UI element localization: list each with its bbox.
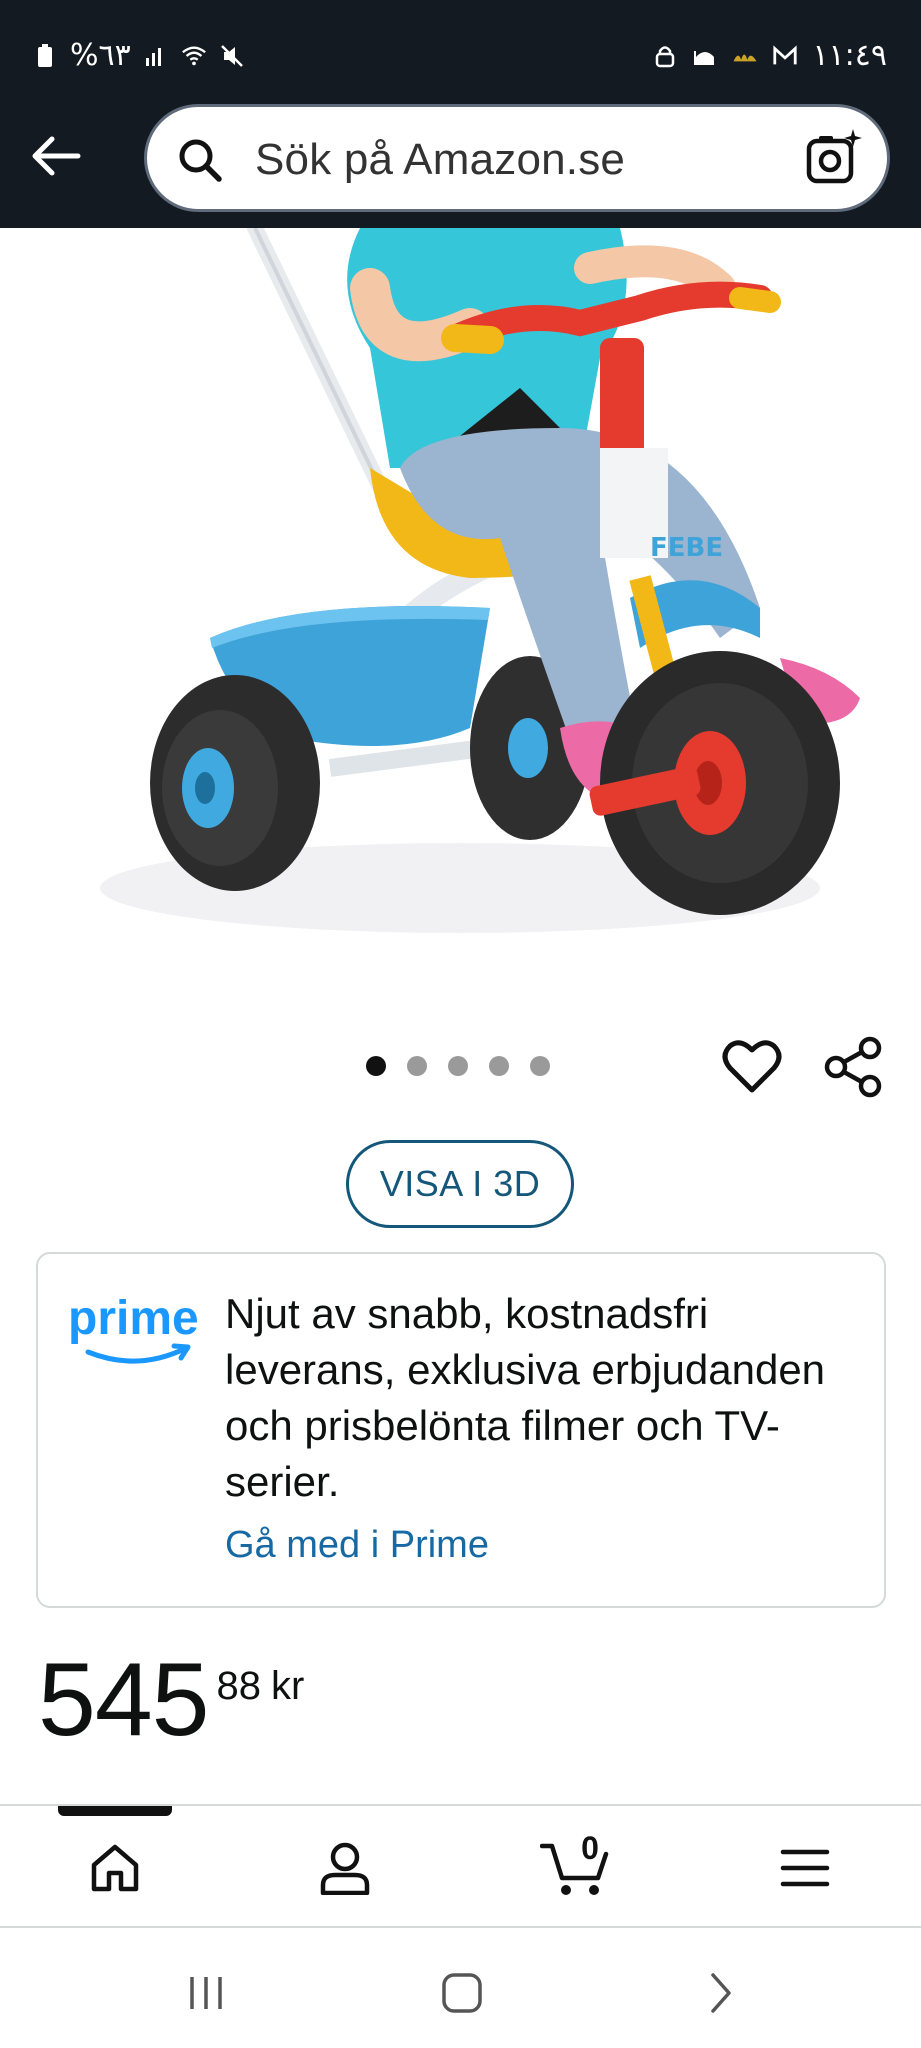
prime-description: Njut av snabb, kostnadsfri leverans, exk…: [225, 1290, 826, 1505]
search-icon: [179, 139, 222, 182]
product-image[interactable]: FEBE: [0, 228, 921, 968]
brand-text: FEBE: [650, 533, 723, 563]
status-bar: %٦٣ ١١:٤٩: [0, 0, 921, 104]
bottom-nav: 0: [0, 1804, 921, 1928]
recent-apps-button[interactable]: [176, 1968, 236, 2018]
status-time: ١١:٤٩: [812, 38, 887, 73]
recent-apps-icon: [190, 1977, 222, 2009]
account-icon: [320, 1842, 370, 1895]
battery-percent: %٦٣: [70, 38, 131, 73]
pager-dot-4[interactable]: [489, 1056, 509, 1076]
mute-icon: [220, 44, 243, 67]
tricycle-image: FEBE: [100, 228, 860, 933]
view-3d-button[interactable]: VISA I 3D: [346, 1140, 574, 1228]
pager-dot-1[interactable]: [366, 1056, 386, 1076]
status-left: %٦٣: [32, 38, 245, 73]
nav-menu[interactable]: [770, 1836, 840, 1900]
gmail-icon: [773, 44, 798, 64]
back-system-button[interactable]: [690, 1968, 750, 2018]
join-prime-link[interactable]: Gå med i Prime: [225, 1524, 489, 1567]
app-notification-icon: [733, 53, 757, 61]
product-price: 545 88 kr: [38, 1648, 304, 1752]
heart-icon: [722, 1040, 782, 1093]
chevron-right-icon: [711, 1973, 731, 2013]
product-page: %٦٣ ١١:٤٩ Sök på Amazon.se FEBE VISA I 3…: [0, 0, 921, 2048]
nav-home[interactable]: [80, 1836, 150, 1900]
battery-icon: [38, 43, 52, 67]
image-pager: [366, 1056, 550, 1076]
prime-logo-word: prime: [68, 1292, 199, 1345]
prime-promo-card: prime Njut av snabb, kostnadsfri leveran…: [36, 1252, 886, 1608]
system-nav-bar: [0, 1928, 921, 2048]
mosque-icon: [694, 50, 715, 65]
prime-logo: prime: [68, 1292, 199, 1364]
home-square-icon: [442, 1973, 482, 2013]
price-whole: 545: [38, 1642, 210, 1758]
pager-dot-5[interactable]: [530, 1056, 550, 1076]
cart-count-badge: 0: [581, 1830, 599, 1866]
search-placeholder: Sök på Amazon.se: [255, 135, 626, 184]
back-arrow-icon: [32, 136, 81, 176]
share-button[interactable]: [824, 1036, 884, 1098]
status-right: ١١:٤٩: [652, 38, 887, 73]
camera-search-icon[interactable]: [803, 127, 865, 189]
price-fraction: 88: [216, 1664, 262, 1708]
pager-dot-3[interactable]: [448, 1056, 468, 1076]
back-button[interactable]: [26, 126, 86, 186]
signal-icon: [145, 47, 161, 66]
nav-active-indicator: [58, 1806, 172, 1816]
menu-icon: [780, 1849, 830, 1887]
nav-account[interactable]: [310, 1836, 380, 1900]
wishlist-button[interactable]: [722, 1038, 782, 1096]
pager-dot-2[interactable]: [407, 1056, 427, 1076]
home-system-button[interactable]: [432, 1968, 492, 2018]
lock-icon: [656, 45, 675, 67]
price-currency: kr: [271, 1664, 305, 1708]
search-input[interactable]: Sök på Amazon.se: [144, 104, 890, 212]
wifi-icon: [181, 45, 206, 65]
share-icon: [824, 1036, 882, 1098]
home-icon: [91, 1844, 139, 1892]
search-header: Sök på Amazon.se: [0, 104, 921, 228]
